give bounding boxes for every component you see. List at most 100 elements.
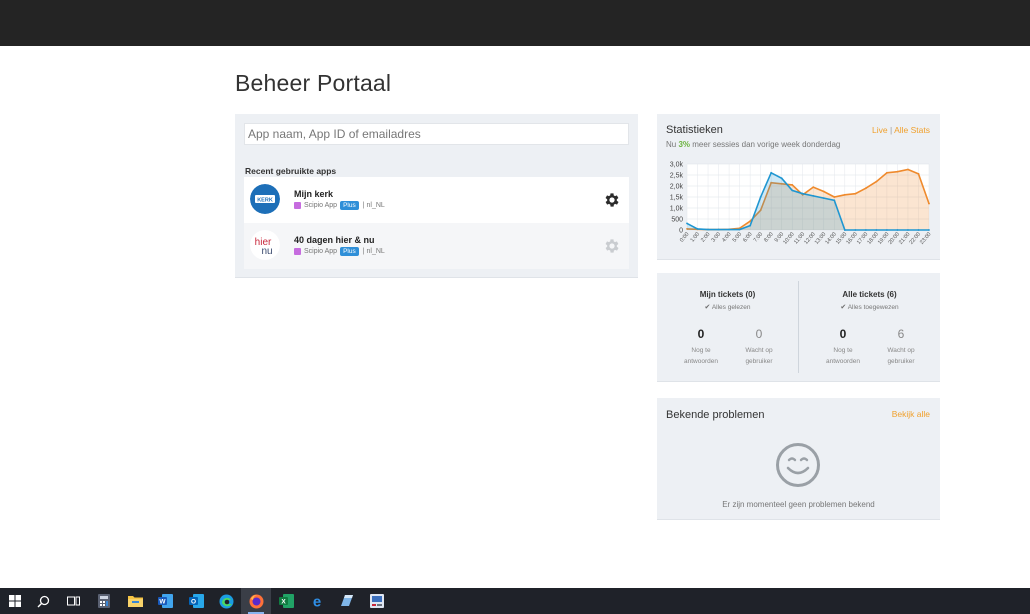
to-answer-caption: Nog te antwoorden [813, 345, 873, 367]
waiting-count: 0 [755, 327, 763, 341]
app-type-icon [294, 248, 301, 255]
view-all-link[interactable]: Bekijk alle [892, 409, 930, 419]
all-stats-link[interactable]: Alle Stats [894, 125, 930, 135]
settings-gear-icon[interactable] [603, 237, 621, 255]
edge-legacy-icon[interactable]: e [302, 588, 332, 614]
svg-text:X: X [281, 599, 286, 606]
app-name[interactable]: Mijn kerk [294, 189, 333, 199]
search-icon[interactable] [28, 588, 58, 614]
app-logo-40-dagen: hier nu [250, 230, 280, 260]
my-tickets[interactable]: Mijn tickets (0) ✔ Alles gelezen 0 0 Nog… [657, 273, 798, 382]
all-tickets-status: ✔ Alles toegewezen [799, 303, 940, 311]
chart-point [728, 228, 730, 231]
chart-point [896, 170, 899, 173]
chart-x-tick-label: 3:00 [711, 231, 722, 243]
statistics-links: Live | Alle Stats [872, 125, 930, 135]
firefox-icon[interactable] [241, 588, 271, 614]
chart-y-tick-label: 500 [671, 217, 683, 224]
app-type-icon [294, 202, 301, 209]
settings-gear-icon[interactable] [603, 191, 621, 209]
app-type: Scipio App [304, 248, 338, 255]
check-icon: ✔ [840, 304, 847, 311]
svg-text:W: W [159, 599, 166, 606]
chart-y-tick-label: 3,0k [670, 162, 684, 169]
tickets-panel: Mijn tickets (0) ✔ Alles gelezen 0 0 Nog… [657, 273, 940, 382]
all-tickets[interactable]: Alle tickets (6) ✔ Alles toegewezen 0 6 … [799, 273, 940, 382]
app-meta: Scipio App Plus | nl_NL [294, 201, 385, 210]
waiting-caption: Wacht op gebruiker [729, 345, 789, 367]
status-text: Alles gelezen [711, 304, 751, 311]
chart-point [759, 196, 762, 198]
app-search-input[interactable] [244, 123, 629, 145]
file-explorer-icon[interactable] [120, 588, 150, 614]
app-locale: | nl_NL [362, 202, 385, 209]
chart-point [812, 195, 815, 197]
recent-app-row-mijn-kerk[interactable]: KERK Mijn kerk Scipio App Plus | nl_NL [244, 177, 629, 223]
known-problems-panel: Bekende problemen Bekijk alle Er zijn mo… [657, 398, 940, 520]
word-icon[interactable]: W [150, 588, 180, 614]
outlook-icon[interactable]: O [181, 588, 211, 614]
chart-point [833, 199, 836, 202]
chart-point [875, 180, 878, 183]
waiting-count: 6 [897, 327, 905, 341]
app-icon[interactable] [332, 588, 362, 614]
caption-line: Nog te [833, 347, 853, 354]
chart-point [843, 193, 846, 196]
app-logo-text: KERK [257, 198, 273, 204]
chart-point [738, 228, 741, 231]
app-logo-mijn-kerk: KERK [250, 184, 280, 214]
svg-text:e: e [313, 594, 321, 608]
chart-point [686, 222, 688, 225]
all-tickets-title: Alle tickets (6) [842, 290, 897, 299]
edge-icon[interactable] [211, 588, 241, 614]
caption-line: Wacht op [745, 347, 773, 354]
caption-line: antwoorden [684, 358, 718, 365]
task-view-icon[interactable] [58, 588, 88, 614]
my-tickets-status: ✔ Alles gelezen [657, 303, 798, 311]
status-text: Alles toegewezen [847, 304, 899, 311]
recent-apps-label: Recent gebruikte apps [245, 166, 337, 176]
remote-desktop-icon[interactable] [362, 588, 392, 614]
caption-line: Nog te [691, 347, 711, 354]
to-answer-count: 0 [697, 327, 705, 341]
chart-x-tick-label: 23:00 [919, 231, 932, 245]
app-search-panel: Recent gebruikte apps KERK Mijn kerk Sci… [235, 114, 638, 278]
chart-y-tick-label: 2,0k [670, 184, 684, 191]
app-name[interactable]: 40 dagen hier & nu [294, 235, 375, 245]
app-locale: | nl_NL [362, 248, 385, 255]
summary-prefix: Nu [666, 140, 677, 149]
chart-point [875, 229, 878, 231]
known-problems-title: Bekende problemen [666, 409, 765, 421]
recent-app-row-40-dagen[interactable]: hier nu 40 dagen hier & nu Scipio App Pl… [244, 223, 629, 269]
app-type: Scipio App [304, 202, 338, 209]
svg-text:nu: nu [261, 246, 272, 257]
chart-point [928, 202, 930, 205]
caption-line: gebruiker [745, 358, 773, 365]
chart-point [864, 187, 867, 190]
chart-point [907, 229, 909, 231]
caption-line: Wacht op [887, 347, 915, 354]
chart-point [717, 228, 720, 231]
summary-suffix: meer sessies dan vorige week donderdag [692, 140, 841, 149]
live-link[interactable]: Live [872, 125, 888, 135]
chart-x-tick-label: 5:00 [732, 231, 743, 243]
waiting-caption: Wacht op gebruiker [871, 345, 931, 367]
browser-top-bar [0, 0, 1030, 46]
chart-point [791, 184, 794, 186]
plus-badge: Plus [340, 247, 359, 256]
excel-icon[interactable]: X [271, 588, 301, 614]
check-icon: ✔ [704, 304, 711, 311]
app-meta: Scipio App Plus | nl_NL [294, 247, 385, 256]
calculator-icon[interactable] [89, 588, 119, 614]
chart-point [907, 168, 909, 171]
chart-point [791, 189, 794, 192]
caption-line: antwoorden [826, 358, 860, 365]
chart-y-tick-label: 0 [679, 228, 683, 235]
chart-x-tick-label: 2:00 [700, 231, 711, 243]
windows-icon[interactable] [0, 588, 30, 614]
chart-point [928, 229, 930, 231]
chart-point [812, 186, 815, 188]
link-separator: | [889, 125, 893, 135]
chart-y-tick-label: 1,5k [670, 195, 684, 202]
to-answer-count: 0 [839, 327, 847, 341]
